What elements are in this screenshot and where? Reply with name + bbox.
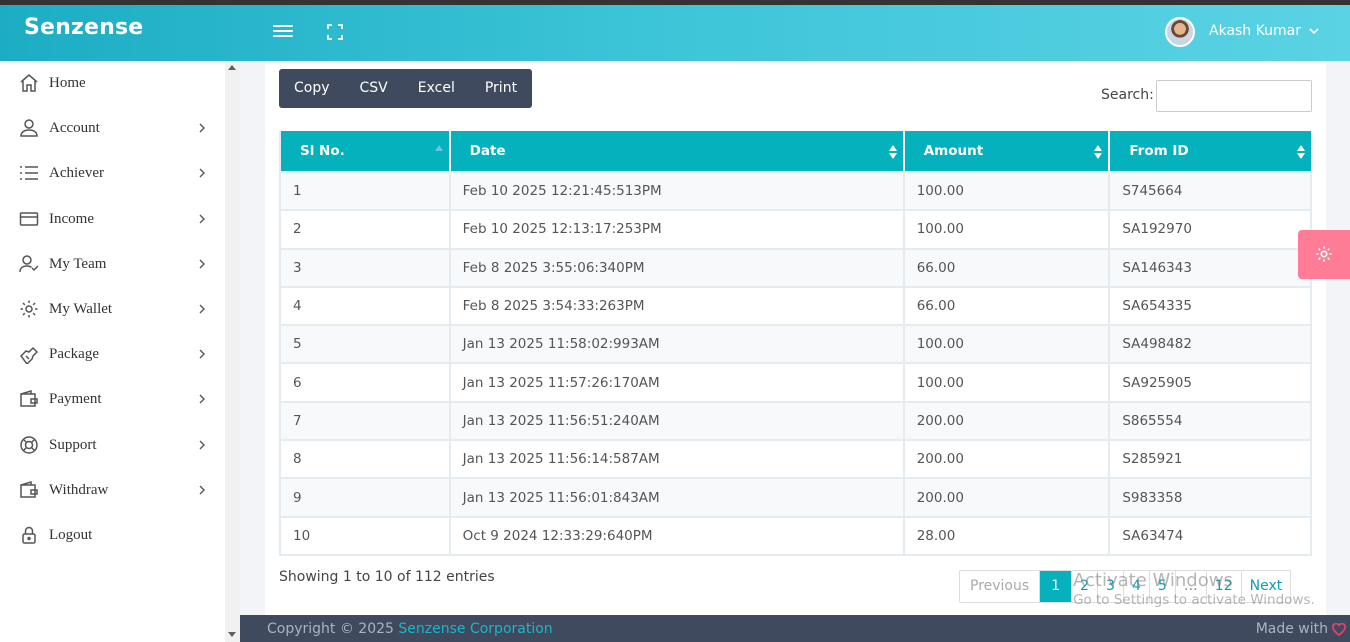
- page-ellipsis: …: [1174, 571, 1206, 602]
- sort-icon: [888, 145, 897, 159]
- sidebar-item-achiever[interactable]: Achiever: [0, 153, 225, 193]
- package-icon: [20, 346, 39, 364]
- support-icon: [20, 436, 38, 454]
- table-row: 3 Feb 8 2025 3:55:06:340PM 66.00 SA146343: [279, 247, 1312, 288]
- top-navbar: Senzense Akash Kumar: [0, 5, 1350, 61]
- gear-icon: [20, 300, 38, 318]
- user-icon: [20, 119, 38, 137]
- search-input[interactable]: [1156, 80, 1312, 112]
- column-header-from-id[interactable]: From ID: [1108, 131, 1311, 172]
- sidebar-item-home[interactable]: Home: [0, 63, 225, 103]
- fullscreen-icon[interactable]: [327, 24, 343, 40]
- previous-page-button[interactable]: Previous: [960, 571, 1039, 602]
- footer: Copyright © 2025 Senzense Corporation Ma…: [240, 615, 1350, 642]
- sidebar-item-label: My Team: [49, 256, 107, 272]
- copyright-text: Copyright © 2025 Senzense Corporation: [267, 621, 553, 637]
- lock-icon: [22, 526, 36, 544]
- page-button-1[interactable]: 1: [1039, 571, 1072, 602]
- chevron-right-icon: [199, 123, 205, 133]
- sidebar-item-label: Withdraw: [49, 482, 109, 498]
- page-button-3[interactable]: 3: [1097, 571, 1123, 602]
- sidebar-item-label: Logout: [49, 527, 93, 543]
- chevron-right-icon: [199, 168, 205, 178]
- chevron-right-icon: [199, 349, 205, 359]
- print-button[interactable]: Print: [470, 69, 532, 108]
- heart-icon: [1332, 623, 1346, 636]
- entries-info: Showing 1 to 10 of 112 entries: [279, 569, 495, 585]
- home-icon: [20, 74, 38, 92]
- sidebar: Home Account Achiever Income My Team My …: [0, 61, 240, 642]
- chevron-right-icon: [199, 394, 205, 404]
- menu-toggle-icon[interactable]: [273, 22, 293, 40]
- sidebar-item-logout[interactable]: Logout: [0, 515, 225, 555]
- sidebar-item-income[interactable]: Income: [0, 199, 225, 239]
- sidebar-item-label: Home: [49, 75, 86, 91]
- sidebar-item-label: Package: [49, 346, 99, 362]
- sidebar-item-account[interactable]: Account: [0, 108, 225, 148]
- pagination: Previous 1 2 3 4 5 … 12 Next: [959, 570, 1292, 603]
- page-button-4[interactable]: 4: [1122, 571, 1149, 602]
- search-label: Search:: [1101, 87, 1154, 103]
- page-button-12[interactable]: 12: [1205, 571, 1241, 602]
- table-row: 2 Feb 10 2025 12:13:17:253PM 100.00 SA19297…: [279, 209, 1312, 250]
- table-row: 4 Feb 8 2025 3:54:33:263PM 66.00 SA654335: [279, 285, 1312, 327]
- column-header-amount[interactable]: Amount: [902, 131, 1110, 172]
- chevron-right-icon: [199, 214, 205, 224]
- sidebar-item-label: Payment: [49, 391, 102, 407]
- settings-gear-icon: [1316, 246, 1332, 262]
- excel-button[interactable]: Excel: [403, 69, 470, 108]
- copy-button[interactable]: Copy: [279, 69, 345, 108]
- brand-logo[interactable]: Senzense: [24, 15, 143, 40]
- settings-panel-toggle[interactable]: [1298, 230, 1350, 279]
- table-row: 10 Oct 9 2024 12:33:29:640PM 28.00 SA63474: [279, 515, 1312, 556]
- sidebar-item-my-wallet[interactable]: My Wallet: [0, 289, 225, 329]
- chevron-right-icon: [199, 485, 205, 495]
- sidebar-item-my-team[interactable]: My Team: [0, 244, 225, 284]
- chevron-right-icon: [199, 304, 205, 314]
- sidebar-item-payment[interactable]: Payment: [0, 379, 225, 419]
- chevron-right-icon: [199, 259, 205, 269]
- table-row: 7 Jan 13 2025 11:56:51:240AM 200.00 S865554: [279, 400, 1312, 442]
- page-button-2[interactable]: 2: [1071, 571, 1097, 602]
- avatar[interactable]: [1165, 17, 1195, 47]
- csv-button[interactable]: CSV: [345, 69, 403, 108]
- team-icon: [19, 255, 39, 273]
- list-icon: [20, 166, 38, 180]
- scroll-down-arrow-icon[interactable]: [228, 632, 236, 637]
- sidebar-item-label: Account: [49, 120, 100, 136]
- sidebar-scrollbar[interactable]: [225, 61, 240, 642]
- chevron-down-icon[interactable]: [1309, 26, 1319, 36]
- scroll-up-arrow-icon[interactable]: [228, 65, 236, 70]
- next-page-button[interactable]: Next: [1240, 571, 1291, 602]
- sidebar-item-label: My Wallet: [49, 301, 113, 317]
- card-icon: [19, 212, 39, 226]
- table-row: 6 Jan 13 2025 11:57:26:170AM 100.00 SA92590…: [279, 362, 1312, 403]
- column-header-date[interactable]: Date: [448, 131, 904, 172]
- sort-icon: [1094, 145, 1103, 159]
- sort-asc-icon: [434, 145, 443, 159]
- table-row: 8 Jan 13 2025 11:56:14:587AM 200.00 S285921: [279, 439, 1312, 480]
- sidebar-item-withdraw[interactable]: Withdraw: [0, 470, 225, 510]
- sidebar-item-support[interactable]: Support: [0, 425, 225, 465]
- income-table: Sl No. Date Amount From ID 1 Feb 10 2025 …: [279, 131, 1312, 556]
- export-button-group: Copy CSV Excel Print: [279, 69, 533, 108]
- sort-icon: [1297, 145, 1305, 159]
- wallet-icon: [20, 389, 38, 407]
- sidebar-item-label: Support: [49, 437, 97, 453]
- sidebar-item-label: Achiever: [49, 165, 104, 181]
- made-with-text: Made with: [1256, 621, 1346, 637]
- column-header-sl-no[interactable]: Sl No.: [279, 131, 450, 172]
- company-link[interactable]: Senzense Corporation: [398, 621, 552, 637]
- sidebar-item-label: Income: [49, 211, 94, 227]
- chevron-right-icon: [199, 440, 205, 450]
- user-name[interactable]: Akash Kumar: [1209, 23, 1301, 39]
- page-button-5[interactable]: 5: [1148, 571, 1175, 602]
- table-row: 5 Jan 13 2025 11:58:02:993AM 100.00 SA49848…: [279, 324, 1312, 365]
- sidebar-item-package[interactable]: Package: [0, 334, 225, 374]
- withdraw-icon: [20, 480, 38, 498]
- table-row: 1 Feb 10 2025 12:21:45:513PM 100.00 S745664: [279, 170, 1312, 212]
- table-row: 9 Jan 13 2025 11:56:01:843AM 200.00 S983358: [279, 477, 1312, 518]
